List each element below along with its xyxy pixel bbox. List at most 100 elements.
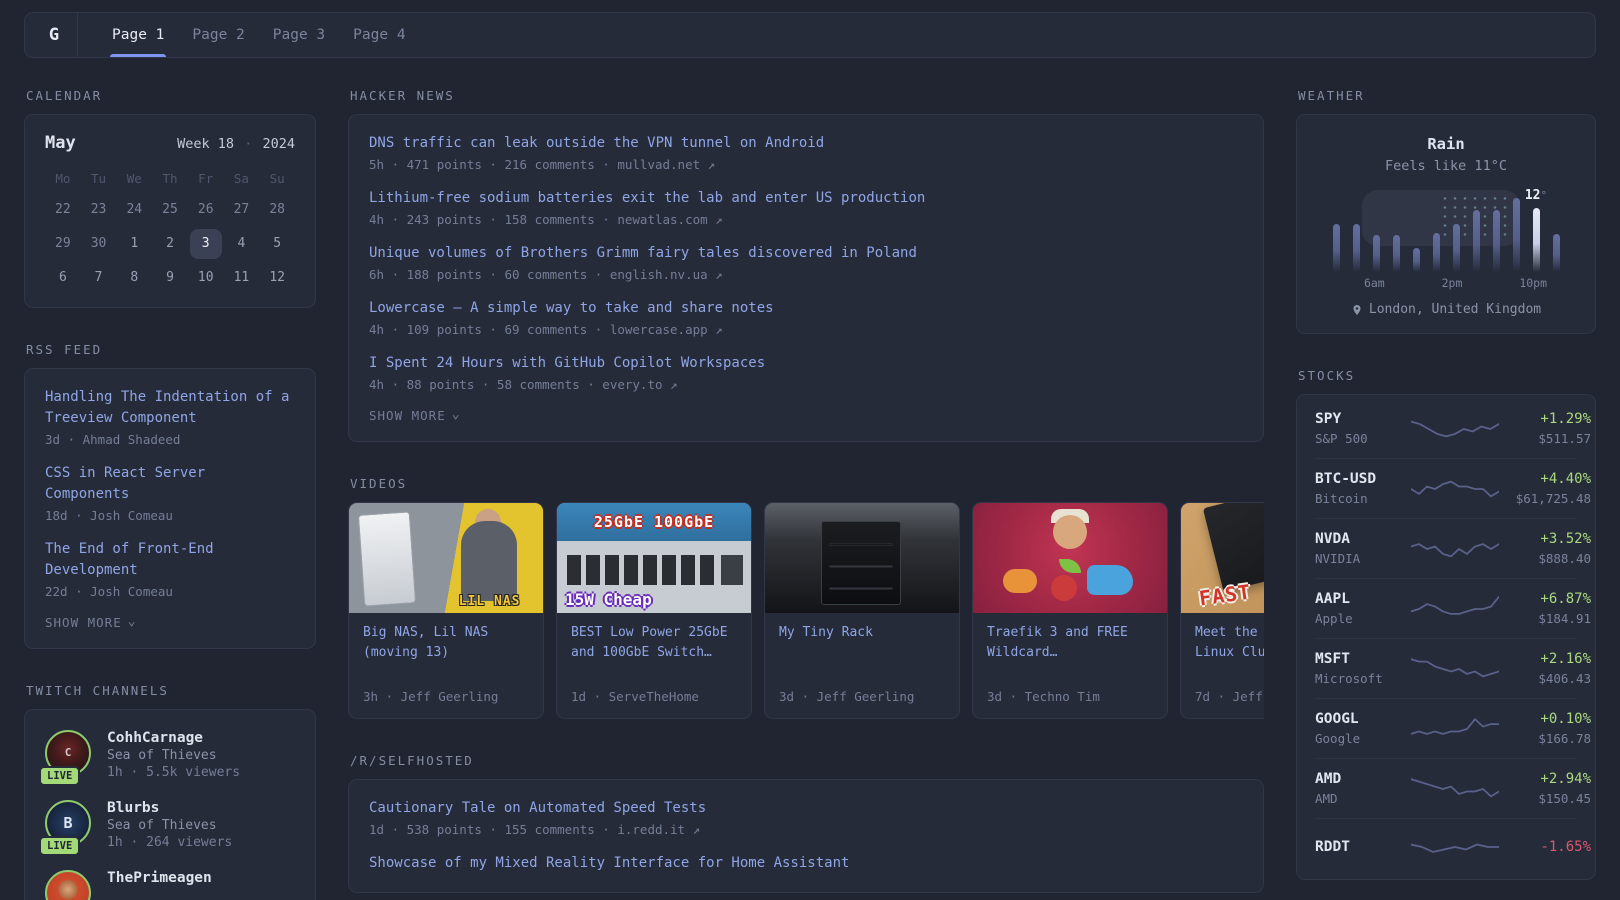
- weather-time-axis: 6am 2pm 10pm: [1326, 276, 1566, 290]
- feed-item-title[interactable]: Handling The Indentation of a Treeview C…: [45, 387, 295, 429]
- twitch-channel-row[interactable]: ThePrimeagen: [45, 870, 295, 900]
- calendar-day[interactable]: 29: [45, 229, 81, 259]
- stock-row-spy[interactable]: SPY S&P 500 +1.29% $511.57: [1315, 399, 1591, 458]
- video-thumbnail[interactable]: FAST: [1181, 503, 1264, 613]
- twitch-section-label: TWITCH CHANNELS: [26, 683, 169, 698]
- stock-price: $150.45: [1538, 791, 1591, 806]
- calendar-day[interactable]: 6: [45, 263, 81, 293]
- video-thumbnail[interactable]: LIL NAS: [349, 503, 543, 613]
- video-info: Big NAS, Lil NAS (moving 13) 3h · Jeff Ge…: [349, 613, 543, 718]
- weather-bar-column: [1366, 190, 1386, 272]
- feed-item-meta: 18d · Josh Comeau: [45, 508, 173, 523]
- video-title[interactable]: My Tiny Rack: [779, 623, 945, 683]
- live-badge: LIVE: [39, 836, 81, 856]
- weather-time-spacer: [1547, 276, 1566, 290]
- tab-page-2[interactable]: Page 2: [178, 13, 258, 57]
- weather-bar: [1452, 224, 1460, 272]
- app-logo[interactable]: G: [31, 13, 77, 57]
- calendar-day[interactable]: 28: [259, 195, 295, 225]
- top-nav: G Page 1 Page 2 Page 3 Page 4: [24, 12, 1596, 58]
- calendar-day[interactable]: 1: [116, 229, 152, 259]
- feed-item-title[interactable]: Unique volumes of Brothers Grimm fairy t…: [369, 243, 1243, 264]
- calendar-day[interactable]: 11: [224, 263, 260, 293]
- stock-row-nvda[interactable]: NVDA NVIDIA +3.52% $888.40: [1315, 518, 1591, 578]
- feed-item-title[interactable]: I Spent 24 Hours with GitHub Copilot Wor…: [369, 353, 1243, 374]
- video-info: My Tiny Rack 3d · Jeff Geerling: [765, 613, 959, 718]
- stock-row-aapl[interactable]: AAPL Apple +6.87% $184.91: [1315, 578, 1591, 638]
- calendar-weekday: Su: [269, 171, 285, 186]
- stock-row-msft[interactable]: MSFT Microsoft +2.16% $406.43: [1315, 638, 1591, 698]
- video-info: Meet the Linux Clu 7d · Jeff Geerling: [1181, 613, 1264, 718]
- stock-price: $184.91: [1538, 611, 1591, 626]
- feed-item-title[interactable]: Cautionary Tale on Automated Speed Tests: [369, 798, 1243, 819]
- stock-change: +0.10%: [1540, 711, 1591, 727]
- video-thumbnail[interactable]: [973, 503, 1167, 613]
- calendar-day[interactable]: 24: [116, 195, 152, 225]
- video-title[interactable]: Meet the Linux Clu: [1195, 623, 1264, 683]
- video-info: BEST Low Power 25GbE and 100GbE Switch… 1…: [557, 613, 751, 718]
- feed-item-title[interactable]: CSS in React Server Components: [45, 463, 295, 505]
- twitch-channel-name[interactable]: CohhCarnage: [107, 730, 240, 746]
- feed-item-title[interactable]: The End of Front-End Development: [45, 539, 295, 581]
- feed-item-title[interactable]: Lowercase – A simple way to take and sha…: [369, 298, 1243, 319]
- tab-page-1[interactable]: Page 1: [98, 13, 178, 57]
- weather-location: London, United Kingdom: [1317, 302, 1575, 317]
- calendar-day[interactable]: 5: [259, 229, 295, 259]
- twitch-channel-name[interactable]: Blurbs: [107, 800, 232, 816]
- twitch-channel-row[interactable]: LIVE Blurbs Sea of Thieves 1h · 264 viewers: [39, 800, 295, 856]
- calendar-day[interactable]: 9: [152, 263, 188, 293]
- stock-name: Bitcoin: [1315, 491, 1368, 506]
- weather-bar: [1372, 235, 1380, 272]
- weather-time-spacer: [1326, 276, 1345, 290]
- video-title[interactable]: Traefik 3 and FREE Wildcard…: [987, 623, 1153, 683]
- calendar-day[interactable]: 2: [152, 229, 188, 259]
- stock-row-btc-usd[interactable]: BTC-USD Bitcoin +4.40% $61,725.48: [1315, 458, 1591, 518]
- calendar-day[interactable]: 26: [188, 195, 224, 225]
- video-title[interactable]: BEST Low Power 25GbE and 100GbE Switch…: [571, 623, 737, 683]
- calendar-day[interactable]: 30: [81, 229, 117, 259]
- feed-item-title[interactable]: Lithium-free sodium batteries exit the l…: [369, 188, 1243, 209]
- feed-item-title[interactable]: Showcase of my Mixed Reality Interface f…: [369, 853, 1243, 874]
- weather-widget: Rain Feels like 11°C 12° 6am 2pm 10pm Lond…: [1296, 114, 1596, 334]
- stock-labels: GOOGL Google: [1315, 711, 1411, 746]
- calendar-year: 2024: [262, 136, 295, 152]
- page-body: CALENDAR May Week 18 · 2024 Mo Tu We Th Fr Sa…: [24, 88, 1596, 900]
- calendar-grid: Mo Tu We Th Fr Sa Su 22 23 24 25 26 27 28 29 30 1 2 3 4 5 6 7 8…: [45, 167, 295, 293]
- calendar-widget: May Week 18 · 2024 Mo Tu We Th Fr Sa Su 22 23 24 2…: [24, 114, 316, 308]
- calendar-day[interactable]: 23: [81, 195, 117, 225]
- calendar-day[interactable]: 7: [81, 263, 117, 293]
- stock-change: +2.94%: [1540, 771, 1591, 787]
- weather-bar-current: [1532, 208, 1540, 272]
- stock-row-amd[interactable]: AMD AMD +2.94% $150.45: [1315, 758, 1591, 818]
- rss-show-more-button[interactable]: SHOW MORE ⌄: [45, 615, 295, 630]
- calendar-day[interactable]: 10: [188, 263, 224, 293]
- video-title[interactable]: Big NAS, Lil NAS (moving 13): [363, 623, 529, 683]
- twitch-channel-info: Blurbs Sea of Thieves 1h · 264 viewers: [107, 800, 232, 850]
- hn-show-more-button[interactable]: SHOW MORE ⌄: [369, 408, 1243, 423]
- calendar-day-selected[interactable]: 3: [188, 229, 224, 259]
- twitch-channel-row[interactable]: LIVE CohhCarnage Sea of Thieves 1h · 5.5k v…: [39, 730, 295, 786]
- tab-page-3[interactable]: Page 3: [259, 13, 339, 57]
- switch-jack-art: [721, 555, 743, 585]
- calendar-day[interactable]: 22: [45, 195, 81, 225]
- weather-bar: [1472, 210, 1480, 272]
- video-thumbnail[interactable]: [765, 503, 959, 613]
- calendar-day[interactable]: 12: [259, 263, 295, 293]
- calendar-day[interactable]: 25: [152, 195, 188, 225]
- feed-item-title[interactable]: DNS traffic can leak outside the VPN tun…: [369, 133, 1243, 154]
- calendar-day[interactable]: 4: [224, 229, 260, 259]
- calendar-day[interactable]: 27: [224, 195, 260, 225]
- right-column: WEATHER Rain Feels like 11°C 12° 6am 2pm 1…: [1296, 88, 1596, 880]
- weather-bar-column: [1506, 190, 1526, 272]
- tab-page-4[interactable]: Page 4: [339, 13, 419, 57]
- video-card: LIL NAS Big NAS, Lil NAS (moving 13) 3h · …: [348, 502, 544, 719]
- twitch-channel-name[interactable]: ThePrimeagen: [107, 870, 212, 886]
- stock-values: -1.65%: [1499, 839, 1591, 855]
- feed-item: Unique volumes of Brothers Grimm fairy t…: [369, 243, 1243, 282]
- center-column: HACKER NEWS DNS traffic can leak outside…: [348, 88, 1264, 893]
- stock-row-rddt[interactable]: RDDT -1.65%: [1315, 818, 1591, 875]
- calendar-day[interactable]: 8: [116, 263, 152, 293]
- motherboard-art: [1202, 503, 1264, 592]
- video-thumbnail[interactable]: 25GbE 100GbE 15W Cheap: [557, 503, 751, 613]
- stock-row-googl[interactable]: GOOGL Google +0.10% $166.78: [1315, 698, 1591, 758]
